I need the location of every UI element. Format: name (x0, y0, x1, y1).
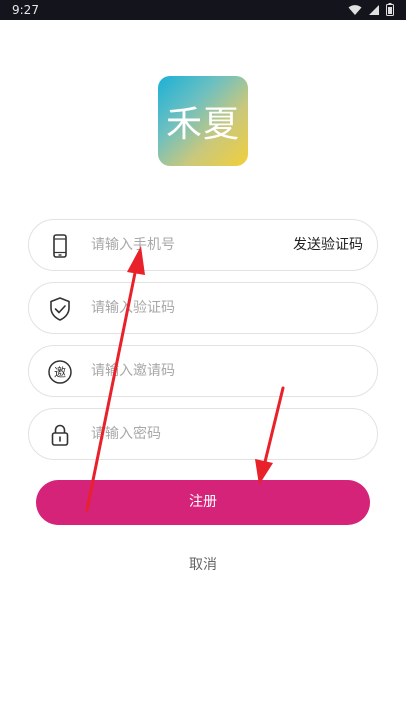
shield-check-icon (47, 296, 73, 322)
invite-badge-glyph: 邀 (54, 365, 66, 380)
cancel-button[interactable]: 取消 (0, 553, 406, 577)
code-field (28, 282, 378, 334)
phone-icon (47, 233, 73, 259)
invite-code-input[interactable] (91, 346, 281, 396)
password-input[interactable] (91, 409, 281, 459)
send-code-button[interactable]: 发送验证码 (293, 220, 363, 270)
invite-badge-icon: 邀 (47, 359, 73, 385)
invite-field: 邀 (28, 345, 378, 397)
status-bar: 9:27 (0, 0, 406, 20)
signal-icon (368, 1, 380, 20)
password-field (28, 408, 378, 460)
lock-icon (47, 422, 73, 448)
status-icons (348, 1, 394, 20)
register-button[interactable]: 注册 (36, 480, 370, 525)
phone-input[interactable] (91, 220, 281, 270)
battery-icon (386, 1, 394, 20)
wifi-icon (348, 1, 362, 20)
phone-field: 发送验证码 (28, 219, 378, 271)
app-logo-text: 禾夏 (165, 104, 240, 145)
code-input[interactable] (91, 283, 281, 333)
app-logo: 禾夏 (158, 76, 248, 166)
status-time: 9:27 (12, 3, 39, 17)
